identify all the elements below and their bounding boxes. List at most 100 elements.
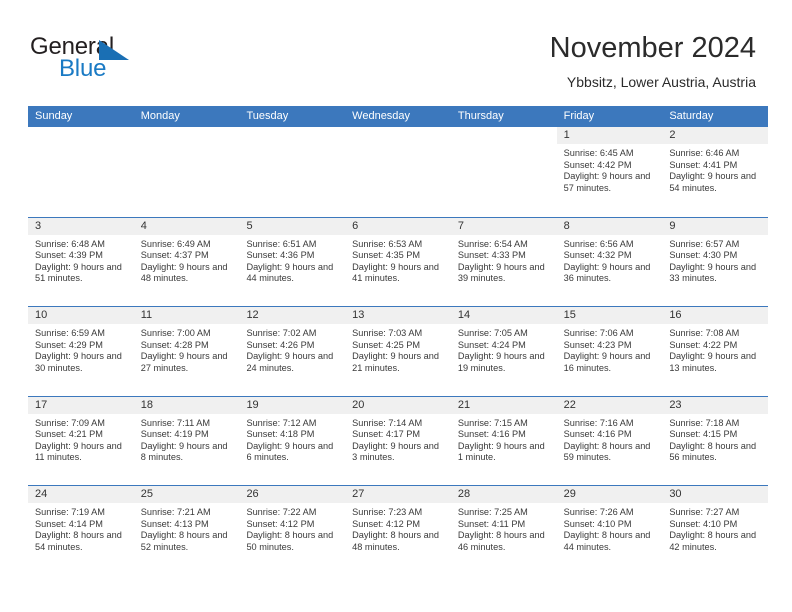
sunset-text: Sunset: 4:23 PM [563,339,632,350]
calendar-day-cell[interactable]: 8 Sunrise: 6:56 AM Sunset: 4:32 PM Daylight… [556,217,663,306]
calendar-week-row: 24 Sunrise: 7:19 AM Sunset: 4:14 PM Dayligh… [28,485,769,575]
sunrise-text: Sunrise: 7:09 AM [35,417,105,428]
calendar-day-cell[interactable]: 17 Sunrise: 7:09 AM Sunset: 4:21 PM Dayligh… [28,396,134,485]
calendar-week-row: 3 Sunrise: 6:48 AM Sunset: 4:39 PM Daylight… [28,216,769,306]
day-number: 16 [669,309,682,321]
calendar-day-cell[interactable]: 11 Sunrise: 7:00 AM Sunset: 4:28 PM Dayligh… [133,307,240,396]
day-sun-info: Sunrise: 7:21 AM Sunset: 4:13 PM Daylight:… [134,503,240,553]
weekday-header-saturday: Saturday [669,110,714,122]
day-sun-info: Sunrise: 7:18 AM Sunset: 4:15 PM Daylight:… [662,414,768,464]
day-sun-info: Sunrise: 7:14 AM Sunset: 4:17 PM Daylight:… [345,414,451,464]
sunset-text: Sunset: 4:16 PM [563,429,632,440]
daylight-text: Daylight: 9 hours and 57 minutes. [563,171,651,193]
day-number-band: 1 [556,127,663,144]
day-sun-info: Sunrise: 6:45 AM Sunset: 4:42 PM Daylight:… [557,144,663,194]
calendar-day-cell[interactable]: 24 Sunrise: 7:19 AM Sunset: 4:14 PM Dayligh… [28,486,134,575]
day-sun-info: Sunrise: 7:25 AM Sunset: 4:11 PM Daylight:… [451,503,557,553]
day-sun-info: Sunrise: 7:03 AM Sunset: 4:25 PM Daylight:… [345,324,451,374]
day-sun-info: Sunrise: 7:27 AM Sunset: 4:10 PM Daylight:… [662,503,768,553]
calendar-week-row: 1 Sunrise: 6:45 AM Sunset: 4:42 PM Daylight… [28,127,769,217]
day-number-band: 7 [450,217,557,235]
sunset-text: Sunset: 4:30 PM [669,250,738,261]
calendar-day-cell[interactable]: 28 Sunrise: 7:25 AM Sunset: 4:11 PM Dayligh… [450,486,557,575]
daylight-text: Daylight: 9 hours and 51 minutes. [35,261,122,284]
calendar-day-cell[interactable]: 10 Sunrise: 6:59 AM Sunset: 4:29 PM Dayligh… [28,307,134,396]
calendar-day-cell[interactable]: 25 Sunrise: 7:21 AM Sunset: 4:13 PM Dayligh… [133,486,240,575]
day-sun-info: Sunrise: 7:19 AM Sunset: 4:14 PM Daylight:… [28,503,134,553]
weekday-header-sunday: Sunday [35,110,73,122]
daylight-text: Daylight: 9 hours and 19 minutes. [457,351,545,373]
day-number-band [28,127,134,144]
calendar-day-cell[interactable]: 16 Sunrise: 7:08 AM Sunset: 4:22 PM Dayligh… [662,307,769,396]
day-number: 27 [352,488,365,500]
day-number-band: 8 [556,217,663,235]
calendar-day-cell[interactable]: 13 Sunrise: 7:03 AM Sunset: 4:25 PM Dayligh… [345,307,451,396]
calendar-day-cell[interactable]: 15 Sunrise: 7:06 AM Sunset: 4:23 PM Dayligh… [556,307,663,396]
calendar-day-cell[interactable]: 6 Sunrise: 6:53 AM Sunset: 4:35 PM Daylight… [345,217,451,306]
daylight-text: Daylight: 9 hours and 48 minutes. [140,261,228,284]
calendar-day-cell-empty [133,127,240,217]
calendar-day-cell[interactable]: 29 Sunrise: 7:26 AM Sunset: 4:10 PM Dayligh… [556,486,663,575]
sunrise-text: Sunrise: 7:25 AM [457,507,528,517]
day-number: 23 [669,398,682,411]
day-number-band: 27 [345,486,451,503]
calendar-day-cell[interactable]: 3 Sunrise: 6:48 AM Sunset: 4:39 PM Daylight… [28,217,134,306]
calendar-day-cell[interactable]: 9 Sunrise: 6:57 AM Sunset: 4:30 PM Daylight… [662,217,769,306]
calendar-week-row: 17 Sunrise: 7:09 AM Sunset: 4:21 PM Dayligh… [28,395,769,485]
day-sun-info: Sunrise: 7:08 AM Sunset: 4:22 PM Daylight:… [662,324,768,374]
calendar-day-cell[interactable]: 5 Sunrise: 6:51 AM Sunset: 4:36 PM Daylight… [239,217,346,306]
calendar-day-cell[interactable]: 14 Sunrise: 7:05 AM Sunset: 4:24 PM Dayligh… [450,307,557,396]
day-number-band [345,127,451,144]
day-number: 24 [35,488,48,500]
calendar-day-cell[interactable]: 4 Sunrise: 6:49 AM Sunset: 4:37 PM Daylight… [133,217,240,306]
weekday-header-monday: Monday [140,110,180,122]
sunset-text: Sunset: 4:10 PM [669,518,738,529]
sunrise-text: Sunrise: 6:48 AM [35,238,105,249]
day-number: 12 [246,309,259,321]
day-sun-info: Sunrise: 7:02 AM Sunset: 4:26 PM Daylight:… [239,324,345,374]
day-number: 9 [669,219,676,232]
calendar-day-cell[interactable]: 30 Sunrise: 7:27 AM Sunset: 4:10 PM Dayligh… [662,486,769,575]
sunset-text: Sunset: 4:15 PM [669,429,738,440]
calendar-week-row: 10 Sunrise: 6:59 AM Sunset: 4:29 PM Dayligh… [28,306,769,396]
calendar-day-cell[interactable]: 20 Sunrise: 7:14 AM Sunset: 4:17 PM Dayligh… [345,396,451,485]
day-sun-info: Sunrise: 7:16 AM Sunset: 4:16 PM Daylight:… [557,414,663,464]
calendar-day-cell[interactable]: 2 Sunrise: 6:46 AM Sunset: 4:41 PM Daylight… [662,127,769,217]
calendar-day-cell[interactable]: 12 Sunrise: 7:02 AM Sunset: 4:26 PM Dayligh… [239,307,346,396]
day-number-band: 26 [239,486,346,503]
day-number: 4 [140,219,147,232]
sunset-text: Sunset: 4:25 PM [352,339,421,350]
day-number-band: 25 [133,486,240,503]
day-number-band: 6 [345,217,451,235]
calendar-day-cell[interactable]: 1 Sunrise: 6:45 AM Sunset: 4:42 PM Daylight… [556,127,663,217]
calendar-day-cell[interactable]: 26 Sunrise: 7:22 AM Sunset: 4:12 PM Dayligh… [239,486,346,575]
sunrise-text: Sunrise: 7:26 AM [563,507,634,517]
sunrise-text: Sunrise: 7:03 AM [352,328,423,338]
day-number: 15 [563,309,576,321]
day-number-band [239,127,345,144]
day-number: 19 [246,398,259,411]
day-number: 7 [457,219,464,232]
day-number: 26 [246,488,259,500]
calendar-day-cell[interactable]: 23 Sunrise: 7:18 AM Sunset: 4:15 PM Dayligh… [662,396,769,485]
day-sun-info: Sunrise: 6:54 AM Sunset: 4:33 PM Daylight:… [451,235,557,285]
daylight-text: Daylight: 9 hours and 1 minute. [457,440,545,463]
daylight-text: Daylight: 9 hours and 24 minutes. [246,351,334,373]
calendar-day-cell[interactable]: 18 Sunrise: 7:11 AM Sunset: 4:19 PM Dayligh… [133,396,240,485]
sunrise-text: Sunrise: 6:46 AM [669,148,740,158]
calendar-day-cell[interactable]: 27 Sunrise: 7:23 AM Sunset: 4:12 PM Dayligh… [345,486,451,575]
daylight-text: Daylight: 9 hours and 44 minutes. [246,261,334,284]
calendar-day-cell[interactable]: 22 Sunrise: 7:16 AM Sunset: 4:16 PM Dayligh… [556,396,663,485]
sunset-text: Sunset: 4:18 PM [246,429,315,440]
day-sun-info: Sunrise: 6:53 AM Sunset: 4:35 PM Daylight:… [345,235,451,285]
general-blue-logo[interactable]: General Blue [30,34,160,82]
day-sun-info: Sunrise: 7:23 AM Sunset: 4:12 PM Daylight:… [345,503,451,553]
day-number: 14 [457,309,471,321]
calendar-day-cell[interactable]: 7 Sunrise: 6:54 AM Sunset: 4:33 PM Daylight… [450,217,557,306]
calendar-day-cell[interactable]: 21 Sunrise: 7:15 AM Sunset: 4:16 PM Dayligh… [450,396,557,485]
sunset-text: Sunset: 4:21 PM [35,429,103,440]
day-number: 18 [140,398,153,411]
calendar-day-cell[interactable]: 19 Sunrise: 7:12 AM Sunset: 4:18 PM Dayligh… [239,396,346,485]
daylight-text: Daylight: 8 hours and 59 minutes. [563,440,651,463]
sunset-text: Sunset: 4:41 PM [669,159,738,170]
